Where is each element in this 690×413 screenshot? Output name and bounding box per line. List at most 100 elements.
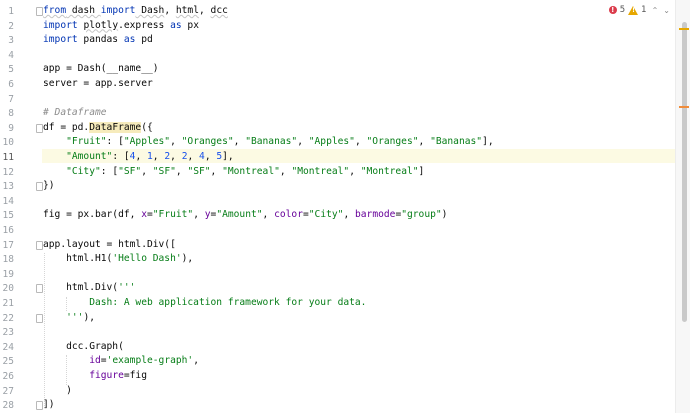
string-token: "Oranges" — [366, 136, 419, 148]
code-token: , — [418, 136, 431, 148]
line-number[interactable]: 5 — [0, 64, 14, 75]
string-token: ''' — [66, 311, 84, 323]
code-line[interactable]: df = pd.DataFrame({ — [43, 121, 153, 136]
line-number[interactable]: 26 — [0, 371, 14, 382]
code-line[interactable]: app = Dash(__name__) — [43, 62, 159, 77]
code-token: : [ — [100, 165, 119, 177]
inspection-widget[interactable]: ! 5 ! 1 ⌃ ⌄ — [608, 3, 670, 17]
param-token: id — [89, 355, 101, 367]
code-token: app.layout = html.Div([ — [43, 238, 176, 250]
code-line[interactable]: Dash: A web application framework for yo… — [43, 296, 366, 311]
line-number[interactable]: 14 — [0, 196, 14, 207]
code-token: , — [187, 151, 200, 162]
code-token: , — [233, 136, 246, 148]
code-line[interactable]: html.Div(''' — [43, 281, 135, 296]
param-token: figure — [89, 370, 124, 381]
line-number[interactable]: 12 — [0, 167, 14, 178]
keyword-token: import — [43, 34, 78, 46]
code-line[interactable]: }) — [43, 179, 55, 194]
code-editor[interactable]: 1 2 3 4 5 6 7 8 9 10 11 12 13 14 15 16 17 18 19 20 21 22 23 24 2… — [0, 0, 690, 413]
code-token: plotly — [83, 19, 119, 31]
code-token: , — [175, 165, 188, 177]
warning-marker[interactable] — [679, 28, 689, 30]
code-area[interactable]: from dash import Dash, html, dcc import … — [42, 0, 676, 413]
code-line[interactable]: app.layout = html.Div([ — [43, 238, 176, 253]
code-line[interactable]: html.H1('Hello Dash'), — [43, 252, 193, 267]
scrollbar-thumb[interactable] — [682, 22, 687, 322]
code-line[interactable]: import plotly.express as px — [43, 19, 199, 34]
code-line[interactable]: "City": ["SF", "SF", "SF", "Montreal", "… — [43, 165, 424, 180]
string-token: "Bananas" — [245, 136, 298, 148]
code-line[interactable]: "Fruit": ["Apples", "Oranges", "Bananas"… — [43, 135, 494, 150]
string-token: "SF" — [152, 165, 176, 177]
code-token: , — [193, 209, 205, 221]
error-marker[interactable] — [679, 106, 689, 108]
string-token: "Apples" — [123, 136, 171, 148]
code-line[interactable]: ]) — [43, 398, 55, 413]
line-number[interactable]: 7 — [0, 94, 14, 105]
code-line[interactable]: fig = px.bar(df, x="Fruit", y="Amount", … — [43, 208, 447, 223]
line-number[interactable]: 15 — [0, 210, 14, 221]
string-token: "Montreal" — [360, 165, 419, 177]
string-token: ''' — [118, 282, 136, 294]
keyword-token: import — [100, 5, 136, 16]
code-token: , — [198, 5, 211, 16]
string-token: "Montreal" — [222, 165, 280, 177]
line-number[interactable]: 11 — [0, 152, 14, 163]
line-number-gutter[interactable]: 1 2 3 4 5 6 7 8 9 10 11 12 13 14 15 16 17 18 19 20 21 22 23 24 2… — [0, 0, 43, 413]
line-number[interactable]: 1 — [0, 6, 14, 17]
code-line[interactable]: dcc.Graph( — [43, 340, 124, 355]
code-line[interactable]: id='example-graph', — [43, 354, 199, 369]
line-number[interactable]: 17 — [0, 240, 14, 251]
code-token: ) — [43, 384, 72, 396]
code-line[interactable]: '''), — [43, 311, 95, 326]
line-number[interactable]: 18 — [0, 254, 14, 265]
line-number[interactable]: 28 — [0, 400, 14, 411]
code-line[interactable]: from dash import Dash, html, dcc — [43, 4, 228, 19]
code-line[interactable]: ) — [43, 384, 72, 399]
code-token: dcc.Graph( — [43, 340, 124, 352]
code-token: , — [262, 209, 275, 221]
line-number[interactable]: 20 — [0, 283, 14, 294]
code-token: fig = px.bar(df, — [43, 209, 142, 221]
warning-icon: ! — [628, 5, 639, 15]
line-number[interactable]: 24 — [0, 342, 14, 353]
code-token: : [ — [106, 136, 124, 148]
code-token: html.Div( — [43, 282, 119, 294]
line-number[interactable]: 3 — [0, 35, 14, 46]
keyword-token: as — [123, 34, 136, 46]
line-number[interactable]: 19 — [0, 269, 14, 280]
line-number[interactable]: 13 — [0, 181, 14, 192]
line-number[interactable]: 10 — [0, 137, 14, 148]
line-number[interactable]: 9 — [0, 123, 14, 134]
line-number[interactable]: 25 — [0, 356, 14, 367]
code-token: ]) — [43, 399, 55, 411]
error-icon: ! — [608, 6, 617, 14]
line-number[interactable]: 6 — [0, 79, 14, 90]
code-token: : [ — [112, 151, 130, 162]
chevron-up-icon[interactable]: ⌃ — [652, 6, 659, 15]
code-line[interactable]: import pandas as pd — [43, 33, 153, 48]
vertical-scrollbar[interactable] — [675, 0, 690, 413]
line-number[interactable]: 22 — [0, 313, 14, 324]
param-token: barmode — [355, 209, 396, 221]
code-token: app = Dash(__name__) — [43, 63, 159, 75]
code-token: server = app.server — [43, 78, 153, 89]
code-line[interactable]: "Amount": [4, 1, 2, 2, 4, 5], — [43, 150, 234, 165]
line-number[interactable]: 2 — [0, 21, 14, 32]
code-line[interactable]: server = app.server — [43, 77, 153, 92]
chevron-down-icon[interactable]: ⌄ — [663, 6, 670, 15]
line-number[interactable]: 21 — [0, 298, 14, 309]
line-number[interactable]: 4 — [0, 50, 14, 61]
line-number[interactable]: 8 — [0, 108, 14, 119]
code-line[interactable]: # Dataframe — [43, 106, 107, 121]
line-number[interactable]: 16 — [0, 225, 14, 236]
code-token: ], — [482, 136, 494, 148]
code-line[interactable]: figure=fig — [43, 369, 147, 384]
line-number[interactable]: 23 — [0, 327, 14, 338]
keyword-token: import — [43, 19, 78, 31]
line-number[interactable]: 27 — [0, 386, 14, 397]
